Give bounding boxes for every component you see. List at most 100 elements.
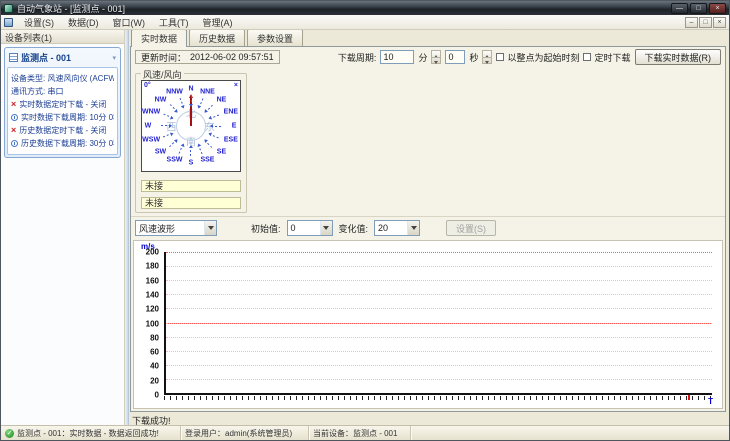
wind-direction-field[interactable]: 未接 (141, 197, 241, 209)
minutes-spinner[interactable] (431, 50, 442, 64)
compass-arrow-icon (204, 104, 213, 113)
chevron-down-icon[interactable] (204, 221, 216, 235)
compass-arrow-icon (188, 96, 193, 107)
spinner-down-icon[interactable] (483, 56, 492, 63)
menu-admin[interactable]: 管理(A) (197, 15, 239, 30)
menu-tools[interactable]: 工具(T) (153, 15, 195, 30)
download-status-text: 下载成功! (132, 416, 171, 425)
y-tick-label: 60 (150, 347, 159, 357)
grid-line (166, 252, 712, 253)
grid-line (166, 266, 712, 268)
compass-arrow-icon (210, 126, 221, 127)
device-info-box: 设备类型: 风速风向仪 (ACFW-4) 通讯方式: 串口 × 实时数据定时下载… (7, 67, 118, 155)
compass-direction-label: W (144, 122, 152, 130)
compass-direction-label: NNW (166, 88, 183, 96)
menu-window[interactable]: 窗口(W) (107, 15, 152, 30)
y-tick-label: 180 (145, 261, 159, 271)
compass-arrow-icon (189, 146, 191, 156)
wind-section: 风速/风向 0° × 北 南 东 西 NNNENEENEEESESESSESSS… (131, 67, 725, 217)
y-tick-label: 140 (145, 290, 159, 300)
waveform-type-select[interactable]: 风速波形 (135, 220, 217, 236)
seconds-spinner[interactable] (482, 50, 493, 64)
period-seconds-input[interactable]: 0 (445, 50, 466, 64)
start-on-hour-checkbox[interactable]: 以整点为起始时刻 (496, 51, 579, 64)
download-realtime-button[interactable]: 下载实时数据(R) (634, 49, 721, 65)
chevron-down-icon[interactable] (319, 221, 332, 235)
spinner-down-icon[interactable] (432, 56, 441, 63)
compass-arrow-icon (208, 133, 219, 139)
status-message: 监测点 - 001：实时数据 - 数据返回成功! (17, 428, 159, 438)
close-icon[interactable]: × (709, 2, 726, 14)
device-panel[interactable]: 监测点 - 001 ▾ 设备类型: 风速风向仪 (ACFW-4) 通讯方式: 串… (4, 47, 121, 158)
compass-direction-label: NW (154, 96, 167, 104)
compass-direction-label: SW (154, 148, 167, 156)
compass-arrow-icon (162, 132, 173, 138)
tab-realtime-data[interactable]: 实时数据 (131, 30, 188, 47)
y-tick-label: 20 (150, 376, 159, 386)
panel-collapse-icon[interactable]: ▾ (112, 54, 116, 62)
y-tick-label: 0 (154, 390, 159, 400)
wind-speed-invalid-mark: × (233, 82, 238, 89)
clock-icon (11, 140, 18, 147)
set-button[interactable]: 设置(S) (446, 220, 497, 236)
period-minutes-input[interactable]: 10 (380, 50, 415, 64)
device-panel-title: 监测点 - 001 (21, 53, 72, 63)
update-time-label: 更新时间： (141, 52, 187, 63)
compass-arrow-icon (168, 139, 177, 148)
grid-line (166, 364, 712, 366)
chevron-down-icon[interactable] (407, 221, 420, 235)
scheduled-download-checkbox[interactable]: 定时下载 (583, 51, 631, 64)
x-axis-red-tick (688, 395, 690, 400)
status-user: 登录用户：admin(系统管理员) (185, 428, 293, 438)
download-period-label: 下载周期: (337, 52, 377, 63)
wind-speed-field[interactable]: 未接 (141, 180, 241, 192)
checkbox-box[interactable] (583, 53, 592, 61)
minimize-icon[interactable]: — (671, 2, 688, 14)
device-icon (9, 53, 18, 62)
device-info-row: × 历史数据定时下载 - 关闭 (11, 125, 107, 136)
device-info-row: 实时数据下载周期: 10分 0秒 (11, 111, 114, 124)
app-icon (4, 3, 13, 13)
compass-arrow-icon (203, 140, 212, 148)
wind-speed-chart: m/s 200 180 160 140 120 100 80 60 40 20 0 T (133, 240, 723, 409)
menu-data[interactable]: 数据(D) (62, 15, 105, 30)
grid-line (166, 322, 712, 324)
wave-controls-row: 风速波形 初始值: 0 变化值: 20 设置(S) (131, 217, 725, 239)
status-bar: ✓ 监测点 - 001：实时数据 - 数据返回成功! 登录用户：admin(系统… (1, 425, 729, 440)
mdi-close-icon[interactable]: × (713, 16, 726, 28)
compass-direction-label: SE (216, 148, 227, 156)
y-tick-label: 80 (150, 333, 159, 343)
grid-line (166, 378, 712, 380)
tab-parameter-settings[interactable]: 参数设置 (247, 30, 304, 46)
delta-value-label: 变化值: (338, 223, 369, 234)
compass-direction-label: ESE (223, 136, 238, 144)
status-device: 当前设备：监测点 - 001 (313, 428, 398, 438)
compass-direction-label: NE (216, 96, 227, 104)
x-axis-ticks (164, 396, 712, 400)
device-info-row: 设备类型: 风速风向仪 (ACFW-4) (11, 74, 114, 83)
compass-direction-label: ENE (223, 108, 239, 116)
mdi-restore-icon[interactable]: □ (699, 16, 712, 28)
compass-direction-label: WNW (141, 108, 161, 116)
update-time-value: 2012-06-02 09:57:51 (190, 52, 274, 62)
checkbox-box[interactable] (496, 53, 505, 61)
child-window-icon[interactable] (4, 17, 13, 27)
menu-settings[interactable]: 设置(S) (18, 15, 60, 30)
delta-value-select[interactable]: 20 (374, 220, 421, 236)
compass-direction-label: S (188, 159, 194, 167)
mdi-minimize-icon[interactable]: – (685, 16, 698, 28)
maximize-icon[interactable]: □ (690, 2, 707, 14)
grid-line (166, 350, 712, 352)
closed-x-icon: × (11, 99, 17, 109)
window-title: 自动气象站 - [监测点 - 001] (17, 3, 126, 14)
wind-groupbox: 风速/风向 0° × 北 南 东 西 NNNENEENEEESESESSESSS… (135, 68, 247, 213)
grid-line (166, 308, 712, 310)
initial-value-select[interactable]: 0 (286, 220, 333, 236)
tab-history-data[interactable]: 历史数据 (189, 30, 246, 46)
y-tick-label: 200 (145, 247, 159, 257)
success-check-icon: ✓ (5, 428, 14, 438)
compass-direction-label: SSW (166, 156, 183, 164)
device-info-row: 历史数据下载周期: 30分 0秒 (11, 137, 114, 150)
clock-icon (11, 114, 18, 121)
compass-direction-label: N (188, 85, 194, 93)
